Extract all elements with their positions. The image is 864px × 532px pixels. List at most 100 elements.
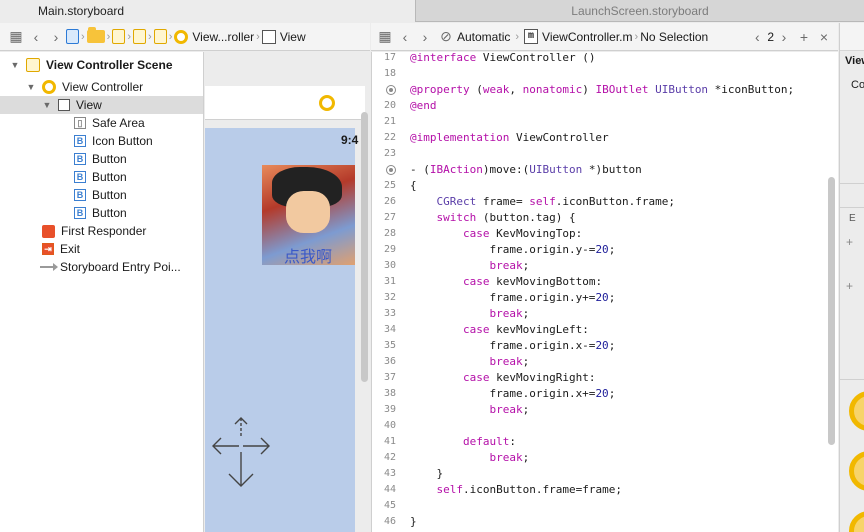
- crumb-file-label: ViewController.m: [542, 29, 633, 44]
- code-line[interactable]: 36 break;: [372, 354, 838, 370]
- code-line[interactable]: 37 case kevMovingRight:: [372, 370, 838, 386]
- code-line[interactable]: 34 case kevMovingLeft:: [372, 322, 838, 338]
- code-line[interactable]: 38 frame.origin.x+=20;: [372, 386, 838, 402]
- grid-icon[interactable]: ▦: [6, 27, 26, 47]
- crumb-separator-icon: ›: [127, 30, 132, 43]
- outline-icon-button[interactable]: B Icon Button: [0, 132, 203, 150]
- code-line[interactable]: 25 {: [372, 178, 838, 194]
- forward-icon[interactable]: ›: [415, 27, 435, 47]
- outline-button[interactable]: B Button: [0, 186, 203, 204]
- prev-issue-icon[interactable]: ‹: [747, 27, 767, 47]
- code-line[interactable]: 39 break;: [372, 402, 838, 418]
- next-issue-icon[interactable]: ›: [774, 27, 794, 47]
- line-number: 40: [383, 420, 396, 431]
- connection-marker-icon[interactable]: [386, 85, 396, 95]
- crumb-scene[interactable]: [153, 29, 167, 44]
- crumb-view-controller-label: View...roller: [192, 29, 255, 44]
- view-controller-icon[interactable]: [319, 95, 335, 111]
- grid-icon[interactable]: ▦: [375, 27, 395, 47]
- code-text: CGRect frame= self.iconButton.frame;: [436, 195, 675, 208]
- disclosure-triangle-icon[interactable]: ▼: [10, 60, 20, 70]
- code-line[interactable]: 29 frame.origin.y-=20;: [372, 242, 838, 258]
- disclosure-triangle-icon[interactable]: ▼: [42, 100, 52, 110]
- outline-safe-area[interactable]: ▯ Safe Area: [0, 114, 203, 132]
- code-line[interactable]: 31 case kevMovingBottom:: [372, 274, 838, 290]
- storyboard-canvas[interactable]: 9:4 点我啊: [205, 52, 370, 532]
- disclosure-triangle-icon[interactable]: ▼: [26, 82, 36, 92]
- outline-button[interactable]: B Button: [0, 168, 203, 186]
- code-line[interactable]: 20 @end: [372, 98, 838, 114]
- outline-view[interactable]: ▼ View: [0, 96, 203, 114]
- icon-button[interactable]: 点我啊: [262, 165, 355, 265]
- tab-main-storyboard[interactable]: Main.storyboard: [0, 0, 416, 22]
- crumb-view-controller[interactable]: View...roller: [174, 29, 255, 44]
- crumb-folder[interactable]: [86, 27, 105, 43]
- add-icon[interactable]: +: [846, 235, 853, 249]
- add-editor-icon[interactable]: +: [794, 27, 814, 47]
- code-line[interactable]: 28 case KevMovingTop:: [372, 226, 838, 242]
- editor-scrollbar[interactable]: [828, 177, 835, 445]
- code-line[interactable]: 43 }: [372, 466, 838, 482]
- outline-scene[interactable]: ▼ View Controller Scene: [0, 56, 203, 74]
- code-line[interactable]: 22 @implementation ViewController: [372, 130, 838, 146]
- right-arrow-button[interactable]: [243, 437, 270, 455]
- code-line[interactable]: 32 frame.origin.y+=20;: [372, 290, 838, 306]
- code-line[interactable]: 41 default:: [372, 434, 838, 450]
- line-number: 22: [383, 132, 396, 143]
- back-icon[interactable]: ‹: [395, 27, 415, 47]
- code-text: default:: [462, 435, 516, 448]
- code-line[interactable]: 44 self.iconButton.frame=frame;: [372, 482, 838, 498]
- code-line[interactable]: 45: [372, 498, 838, 514]
- canvas-scrollbar[interactable]: [361, 112, 368, 382]
- line-number: 18: [383, 68, 396, 79]
- code-line[interactable]: 42 break;: [372, 450, 838, 466]
- outline-first-responder[interactable]: First Responder: [0, 222, 203, 240]
- outline-entry-point[interactable]: Storyboard Entry Poi...: [0, 258, 203, 276]
- code-text: @end: [410, 99, 437, 112]
- outline-button[interactable]: B Button: [0, 204, 203, 222]
- forward-icon[interactable]: ›: [46, 27, 66, 47]
- inspector-divider: [840, 183, 864, 184]
- code-line[interactable]: 35 frame.origin.x-=20;: [372, 338, 838, 354]
- add-icon[interactable]: +: [846, 279, 853, 293]
- crumb-storyboard[interactable]: [112, 29, 126, 44]
- connection-marker-icon[interactable]: [386, 165, 396, 175]
- outline-view-controller[interactable]: ▼ View Controller: [0, 78, 203, 96]
- crumb-storyboard-2[interactable]: [133, 29, 147, 44]
- device-view[interactable]: 9:4 点我啊: [205, 128, 358, 532]
- code-line[interactable]: 19@property (weak, nonatomic) IBOutlet U…: [372, 82, 838, 98]
- crumb-file[interactable]: m ViewController.m: [524, 29, 633, 44]
- code-line[interactable]: 40: [372, 418, 838, 434]
- library-object-icon[interactable]: [849, 451, 864, 491]
- down-arrow-button[interactable]: [228, 452, 254, 487]
- code-line[interactable]: 18: [372, 66, 838, 82]
- outline-exit-label: Exit: [60, 242, 81, 256]
- crumb-view[interactable]: View: [261, 29, 306, 44]
- code-line[interactable]: 26 CGRect frame= self.iconButton.frame;: [372, 194, 838, 210]
- crumb-separator-icon: ›: [148, 30, 152, 43]
- crumb-project[interactable]: [66, 29, 79, 44]
- code-line[interactable]: 24- (IBAction)move:(UIButton *)button: [372, 162, 838, 178]
- outline-exit[interactable]: ⇥ Exit: [0, 240, 203, 258]
- library-object-icon[interactable]: [849, 511, 864, 532]
- code-line[interactable]: 23: [372, 146, 838, 162]
- library-object-icon[interactable]: [849, 391, 864, 431]
- left-arrow-button[interactable]: [212, 437, 239, 455]
- crumb-separator-icon: ›: [168, 30, 173, 43]
- code-line[interactable]: 30 break;: [372, 258, 838, 274]
- outline-button-label: Button: [92, 206, 127, 220]
- back-icon[interactable]: ‹: [26, 27, 46, 47]
- code-line[interactable]: 17 @interface ViewController (): [372, 52, 838, 66]
- related-items-menu[interactable]: ⊘ Automatic: [439, 27, 510, 47]
- direction-buttons[interactable]: [211, 416, 275, 496]
- code-line[interactable]: 27 switch (button.tag) {: [372, 210, 838, 226]
- up-arrow-button[interactable]: [234, 417, 248, 436]
- crumb-selection[interactable]: No Selection: [640, 30, 708, 44]
- close-icon[interactable]: ×: [814, 27, 834, 47]
- code-line[interactable]: 46}: [372, 514, 838, 530]
- code-editor[interactable]: 17 @interface ViewController () 18 19@prope…: [371, 52, 838, 532]
- tab-launchscreen-storyboard[interactable]: LaunchScreen.storyboard: [416, 0, 864, 22]
- code-line[interactable]: 33 break;: [372, 306, 838, 322]
- code-line[interactable]: 21: [372, 114, 838, 130]
- outline-button[interactable]: B Button: [0, 150, 203, 168]
